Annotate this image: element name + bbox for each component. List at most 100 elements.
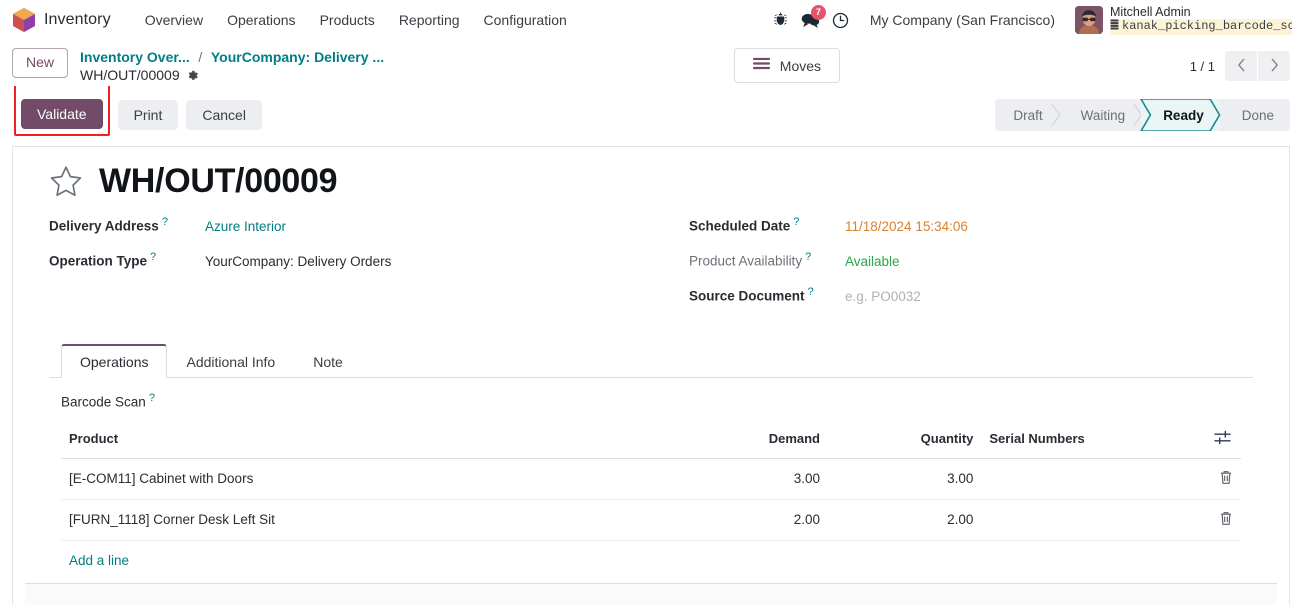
moves-button-label: Moves [779, 57, 822, 74]
help-tooltip-icon[interactable]: ? [793, 216, 799, 228]
column-settings-icon[interactable] [1193, 421, 1241, 459]
column-product[interactable]: Product [61, 421, 640, 459]
sheet-inner: WH/OUT/00009 Delivery Address? Azure Int… [13, 147, 1289, 576]
tab-panel-operations: Barcode Scan? Product Demand Quantity Se… [49, 378, 1253, 576]
status-done[interactable]: Done [1220, 99, 1290, 131]
status-waiting-label: Waiting [1080, 107, 1126, 123]
breadcrumb-root[interactable]: Inventory Over... [80, 49, 190, 65]
clock-icon[interactable] [826, 5, 856, 35]
field-product-availability-value: Available [845, 253, 900, 269]
field-scheduled-date-label-text: Scheduled Date [689, 218, 791, 234]
breadcrumb-current-label: WH/OUT/00009 [80, 66, 180, 83]
action-bar: Validate Print Cancel Draft Waiting Read… [0, 84, 1302, 146]
fields-left-column: Delivery Address? Azure Interior Operati… [49, 216, 651, 321]
cell-serial-numbers[interactable] [981, 499, 1194, 541]
chevron-right-icon [1270, 58, 1279, 75]
field-operation-type: Operation Type? YourCompany: Delivery Or… [49, 251, 651, 273]
help-tooltip-icon[interactable]: ? [162, 216, 168, 228]
operations-table-head: Product Demand Quantity Serial Numbers [61, 421, 1241, 459]
fields-container: Delivery Address? Azure Interior Operati… [49, 216, 1253, 321]
cell-quantity[interactable]: 3.00 [828, 458, 982, 500]
pager-count: 1 / 1 [1189, 58, 1215, 74]
validate-button[interactable]: Validate [21, 99, 103, 129]
list-icon [752, 57, 770, 74]
print-button[interactable]: Print [117, 100, 179, 130]
table-row[interactable]: [FURN_1118] Corner Desk Left Sit 2.00 2.… [61, 499, 1241, 541]
tab-note[interactable]: Note [294, 344, 362, 378]
validate-highlight-box: Validate [14, 84, 110, 136]
field-delivery-address-label-text: Delivery Address [49, 218, 159, 234]
nav-item-configuration[interactable]: Configuration [472, 6, 579, 34]
moves-button[interactable]: Moves [733, 48, 841, 83]
page-title: WH/OUT/00009 [99, 162, 338, 200]
control-panel: New Inventory Over... / YourCompany: Del… [0, 40, 1302, 86]
title-row: WH/OUT/00009 [49, 162, 1253, 200]
field-delivery-address: Delivery Address? Azure Interior [49, 216, 651, 238]
nav-item-reporting[interactable]: Reporting [387, 6, 472, 34]
field-source-document-input[interactable]: e.g. PO0032 [845, 289, 921, 304]
column-serial-numbers[interactable]: Serial Numbers [981, 421, 1194, 459]
field-delivery-address-value[interactable]: Azure Interior [205, 219, 286, 234]
messages-count-badge: 7 [810, 5, 826, 20]
odoo-inventory-logo-icon [12, 7, 36, 33]
field-source-document: Source Document? e.g. PO0032 [689, 286, 1253, 308]
avatar [1075, 6, 1103, 34]
star-icon[interactable] [49, 165, 83, 198]
company-switcher[interactable]: My Company (San Francisco) [860, 6, 1065, 34]
barcode-scan-label: Barcode Scan? [61, 392, 1241, 410]
new-button[interactable]: New [12, 48, 69, 78]
nav-item-overview[interactable]: Overview [133, 6, 215, 34]
add-a-line-button[interactable]: Add a line [61, 541, 137, 576]
field-source-document-label: Source Document? [689, 286, 845, 304]
pager-previous-button[interactable] [1225, 51, 1257, 81]
help-tooltip-icon[interactable]: ? [808, 286, 814, 298]
field-product-availability-label: Product Availability? [689, 251, 845, 269]
tab-additional-info[interactable]: Additional Info [167, 344, 294, 378]
tab-operations[interactable]: Operations [61, 344, 168, 379]
breadcrumb: Inventory Over... / YourCompany: Deliver… [80, 46, 384, 85]
nav-item-products[interactable]: Products [308, 6, 387, 34]
messages-icon[interactable]: 7 [796, 5, 826, 35]
cell-serial-numbers[interactable] [981, 458, 1194, 500]
field-operation-type-value[interactable]: YourCompany: Delivery Orders [205, 254, 391, 269]
field-operation-type-label-text: Operation Type [49, 253, 148, 269]
cancel-button[interactable]: Cancel [186, 100, 262, 130]
chevron-left-icon [1237, 58, 1246, 75]
status-draft[interactable]: Draft [995, 99, 1058, 131]
cell-demand[interactable]: 2.00 [639, 499, 828, 541]
help-tooltip-icon[interactable]: ? [150, 251, 156, 263]
status-waiting[interactable]: Waiting [1059, 99, 1142, 131]
status-draft-label: Draft [1013, 107, 1043, 123]
field-scheduled-date-value[interactable]: 11/18/2024 15:34:06 [845, 219, 968, 234]
cell-product[interactable]: [FURN_1118] Corner Desk Left Sit [61, 499, 640, 541]
pager-next-button[interactable] [1258, 51, 1290, 81]
user-menu[interactable]: Mitchell Admin kanak_picking_barcode_sc… [1075, 5, 1292, 35]
notebook: Operations Additional Info Note Barcode … [49, 343, 1253, 576]
cell-product[interactable]: [E-COM11] Cabinet with Doors [61, 458, 640, 500]
operations-table: Product Demand Quantity Serial Numbers [… [61, 421, 1241, 541]
sheet-bottom-area [25, 584, 1277, 605]
control-panel-center: Moves [384, 46, 1190, 83]
barcode-scan-label-text: Barcode Scan [61, 394, 146, 410]
field-scheduled-date: Scheduled Date? 11/18/2024 15:34:06 [689, 216, 1253, 238]
app-name[interactable]: Inventory [44, 11, 111, 29]
column-quantity[interactable]: Quantity [828, 421, 982, 459]
delete-row-button[interactable] [1193, 499, 1241, 541]
help-tooltip-icon[interactable]: ? [805, 251, 811, 263]
cell-demand[interactable]: 3.00 [639, 458, 828, 500]
breadcrumb-parent[interactable]: YourCompany: Delivery ... [211, 49, 384, 65]
nav-item-operations[interactable]: Operations [215, 6, 307, 34]
operations-table-body: [E-COM11] Cabinet with Doors 3.00 3.00 [… [61, 458, 1241, 541]
table-row[interactable]: [E-COM11] Cabinet with Doors 3.00 3.00 [61, 458, 1241, 500]
bug-icon[interactable] [766, 5, 796, 35]
delete-row-button[interactable] [1193, 458, 1241, 500]
cell-quantity[interactable]: 2.00 [828, 499, 982, 541]
help-tooltip-icon[interactable]: ? [149, 392, 155, 404]
gear-icon[interactable] [186, 69, 199, 82]
status-ready[interactable]: Ready [1141, 99, 1220, 131]
database-name: kanak_picking_barcode_sc… [1110, 19, 1292, 35]
column-demand[interactable]: Demand [639, 421, 828, 459]
field-delivery-address-label: Delivery Address? [49, 216, 205, 234]
user-name: Mitchell Admin [1110, 5, 1191, 20]
fields-right-column: Scheduled Date? 11/18/2024 15:34:06 Prod… [651, 216, 1253, 321]
